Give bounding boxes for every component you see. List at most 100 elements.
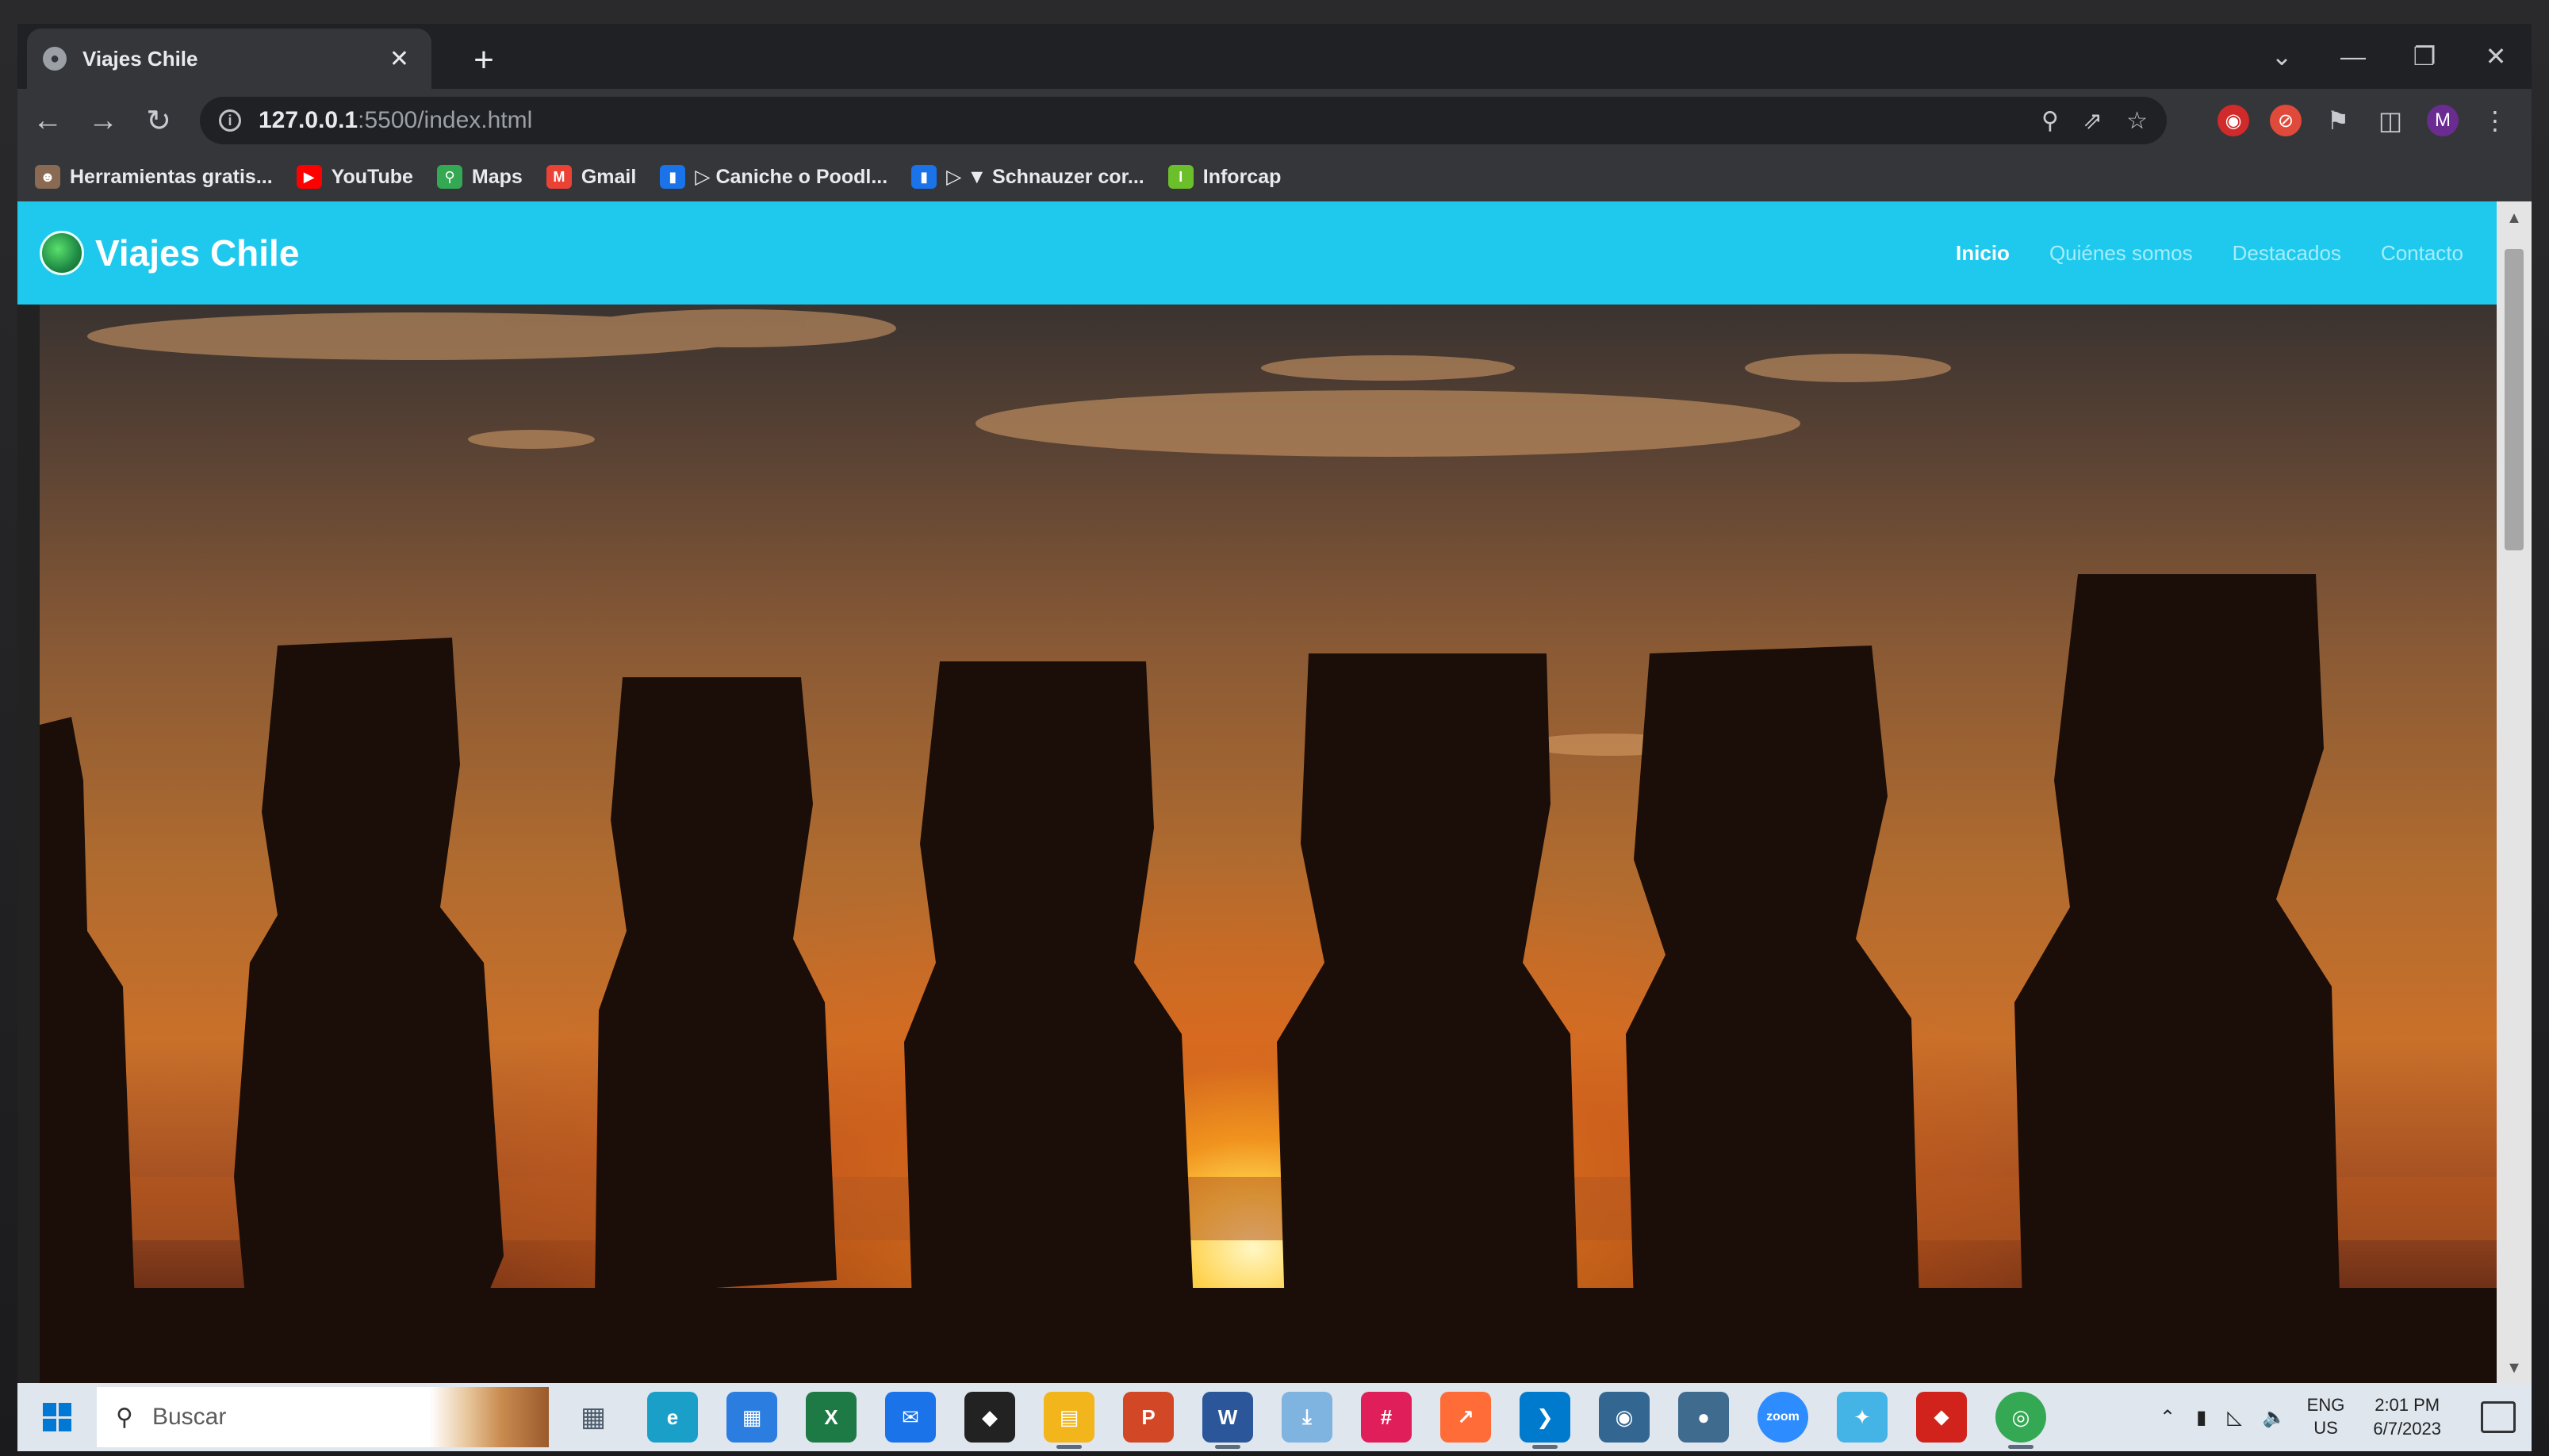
forward-icon[interactable]: → bbox=[78, 95, 128, 146]
postman-icon[interactable]: ↗ bbox=[1440, 1392, 1491, 1443]
taskbar-apps: ▦ e ▦ X ✉ ◆ ▤ P W ⤓ # ↗ ❯ ◉ ● zoom ✦ ⬥ ◎ bbox=[568, 1392, 2046, 1449]
maps-icon: ⚲ bbox=[436, 165, 462, 189]
zoom-icon[interactable]: ⚲ bbox=[2041, 107, 2059, 135]
search-placeholder: Buscar bbox=[151, 1404, 227, 1430]
profile-avatar[interactable]: M bbox=[2427, 105, 2459, 136]
clock[interactable]: 2:01 PM 6/7/2023 bbox=[2373, 1393, 2441, 1440]
bookmark-label: YouTube bbox=[331, 165, 413, 188]
bookmark-label: Gmail bbox=[581, 165, 637, 188]
globe-icon: ● bbox=[43, 47, 67, 71]
gmail-icon: M bbox=[546, 165, 572, 189]
notification-center-icon[interactable] bbox=[2481, 1401, 2516, 1433]
nav-link-destacados[interactable]: Destacados bbox=[2233, 241, 2341, 266]
task-view-icon[interactable]: ▦ bbox=[568, 1392, 619, 1443]
hero-image bbox=[40, 305, 2497, 1383]
edge-icon[interactable]: e bbox=[647, 1392, 698, 1443]
zoom-icon[interactable]: zoom bbox=[1757, 1392, 1808, 1443]
scroll-down-icon[interactable]: ▼ bbox=[2497, 1356, 2532, 1380]
slack-icon[interactable]: # bbox=[1361, 1392, 1412, 1443]
close-tab-icon[interactable]: ✕ bbox=[383, 45, 416, 73]
language-indicator[interactable]: ENG US bbox=[2307, 1394, 2345, 1439]
browser-tab[interactable]: ● Viajes Chile ✕ bbox=[27, 29, 431, 89]
excel-icon[interactable]: X bbox=[806, 1392, 857, 1443]
back-icon[interactable]: ← bbox=[22, 95, 73, 146]
taskbar-search[interactable]: ⚲ Buscar bbox=[97, 1387, 549, 1447]
bookmark-label: Inforcap bbox=[1202, 165, 1282, 188]
vscode-icon[interactable]: ❯ bbox=[1520, 1392, 1570, 1449]
restore-icon[interactable]: ❐ bbox=[2389, 24, 2460, 89]
chrome-icon[interactable]: ◎ bbox=[1995, 1392, 2046, 1449]
brand-name: Viajes Chile bbox=[95, 232, 300, 274]
extensions-area: ◉ ⊘ ⚑ ◫ M ⋮ bbox=[2217, 95, 2511, 146]
start-button[interactable] bbox=[17, 1383, 97, 1451]
extension-red-icon[interactable]: ⊘ bbox=[2270, 105, 2302, 136]
monitor-frame: ● Viajes Chile ✕ + ⌄ — ❐ ✕ ← → ↻ i 127.0… bbox=[0, 0, 2549, 1456]
volume-icon[interactable]: 🔈 bbox=[2263, 1406, 2286, 1429]
nav-link-contacto[interactable]: Contacto bbox=[2381, 241, 2463, 266]
site-navbar: Viajes Chile Inicio Quiénes somos Destac… bbox=[17, 201, 2497, 305]
bookmark-caniche[interactable]: ▮ ▷ Caniche o Poodl... bbox=[660, 165, 887, 189]
bookmark-label: Maps bbox=[471, 165, 523, 188]
file-explorer-icon[interactable]: ▤ bbox=[1044, 1392, 1094, 1449]
word-icon[interactable]: W bbox=[1202, 1392, 1253, 1449]
page-viewport: Viajes Chile Inicio Quiénes somos Destac… bbox=[17, 201, 2497, 1383]
battery-icon[interactable]: ▮ bbox=[2196, 1406, 2206, 1429]
url-path: :5500/index.html bbox=[358, 107, 533, 133]
system-tray: ⌃ ▮ ◺ 🔈 ENG US 2:01 PM 6/7/2023 bbox=[2160, 1383, 2516, 1451]
bookmarks-bar: ☻ Herramientas gratis... ▶ YouTube ⚲ Map… bbox=[17, 152, 2532, 201]
alienware-icon[interactable]: ◆ bbox=[964, 1392, 1015, 1443]
url-host: 127.0.0.1 bbox=[259, 107, 358, 133]
wifi-icon[interactable]: ◺ bbox=[2227, 1406, 2241, 1429]
globe-logo-icon bbox=[40, 231, 84, 275]
extensions-puzzle-icon[interactable]: ⚑ bbox=[2322, 105, 2354, 136]
reload-icon[interactable]: ↻ bbox=[133, 95, 184, 146]
postgresql-icon[interactable]: ◉ bbox=[1599, 1392, 1650, 1443]
nav-link-inicio[interactable]: Inicio bbox=[1956, 241, 2010, 266]
windows-taskbar: ⚲ Buscar ▦ e ▦ X ✉ ◆ ▤ P W ⤓ # ↗ ❯ ◉ ● z… bbox=[17, 1383, 2532, 1451]
downloads-icon[interactable]: ⤓ bbox=[1282, 1392, 1332, 1443]
share-icon[interactable]: ⇗ bbox=[2083, 107, 2102, 135]
menu-kebab-icon[interactable]: ⋮ bbox=[2479, 105, 2511, 136]
extension-shield-icon[interactable]: ◉ bbox=[2217, 105, 2249, 136]
bookmark-inforcap[interactable]: I Inforcap bbox=[1167, 165, 1282, 189]
side-panel-icon[interactable]: ◫ bbox=[2375, 105, 2406, 136]
mail-icon[interactable]: ✉ bbox=[885, 1392, 936, 1443]
screen: ● Viajes Chile ✕ + ⌄ — ❐ ✕ ← → ↻ i 127.0… bbox=[17, 24, 2532, 1451]
search-highlight-image bbox=[430, 1387, 549, 1447]
bookmark-youtube[interactable]: ▶ YouTube bbox=[296, 165, 413, 189]
acrobat-icon[interactable]: ⬥ bbox=[1916, 1392, 1967, 1443]
address-bar[interactable]: i 127.0.0.1 :5500/index.html ⚲ ⇗ ☆ bbox=[200, 97, 2167, 144]
windows-logo-icon bbox=[43, 1403, 71, 1431]
new-tab-button[interactable]: + bbox=[462, 38, 506, 82]
clock-time: 2:01 PM bbox=[2375, 1395, 2440, 1416]
site-info-icon[interactable]: i bbox=[219, 109, 241, 132]
inforcap-icon: I bbox=[1167, 165, 1194, 189]
site-menu: Inicio Quiénes somos Destacados Contacto bbox=[1956, 201, 2463, 305]
store-icon[interactable]: ▦ bbox=[726, 1392, 777, 1443]
brand[interactable]: Viajes Chile bbox=[40, 231, 299, 275]
page-scrollbar[interactable]: ▲ ▼ bbox=[2497, 201, 2532, 1383]
bookmark-label: Herramientas gratis... bbox=[70, 165, 273, 188]
bookmark-gmail[interactable]: M Gmail bbox=[546, 165, 636, 189]
pgadmin-icon[interactable]: ● bbox=[1678, 1392, 1729, 1443]
minimize-icon[interactable]: — bbox=[2317, 24, 2389, 89]
powerpoint-icon[interactable]: P bbox=[1123, 1392, 1174, 1443]
tab-search-chevron-icon[interactable]: ⌄ bbox=[2246, 24, 2317, 89]
close-window-icon[interactable]: ✕ bbox=[2460, 24, 2532, 89]
omnibox-actions: ⚲ ⇗ ☆ bbox=[2041, 97, 2148, 144]
scroll-up-icon[interactable]: ▲ bbox=[2497, 206, 2532, 230]
bookmark-star-icon[interactable]: ☆ bbox=[2126, 107, 2148, 135]
lang-code: ENG bbox=[2306, 1395, 2345, 1416]
bookmark-herramientas[interactable]: ☻ Herramientas gratis... bbox=[35, 165, 273, 189]
moai-group bbox=[40, 574, 2497, 1383]
bookmark-schnauzer[interactable]: ▮ ▷ ▼ Schnauzer cor... bbox=[911, 165, 1144, 189]
youtube-icon: ▶ bbox=[296, 165, 322, 189]
bookmark-maps[interactable]: ⚲ Maps bbox=[436, 165, 523, 189]
snip-icon[interactable]: ✦ bbox=[1837, 1392, 1888, 1443]
scrollbar-thumb[interactable] bbox=[2505, 249, 2524, 550]
tray-chevron-icon[interactable]: ⌃ bbox=[2160, 1406, 2175, 1429]
tab-title: Viajes Chile bbox=[82, 46, 198, 71]
nav-link-quienes-somos[interactable]: Quiénes somos bbox=[2049, 241, 2193, 266]
clock-date: 6/7/2023 bbox=[2373, 1419, 2441, 1439]
search-icon: ⚲ bbox=[116, 1404, 133, 1431]
